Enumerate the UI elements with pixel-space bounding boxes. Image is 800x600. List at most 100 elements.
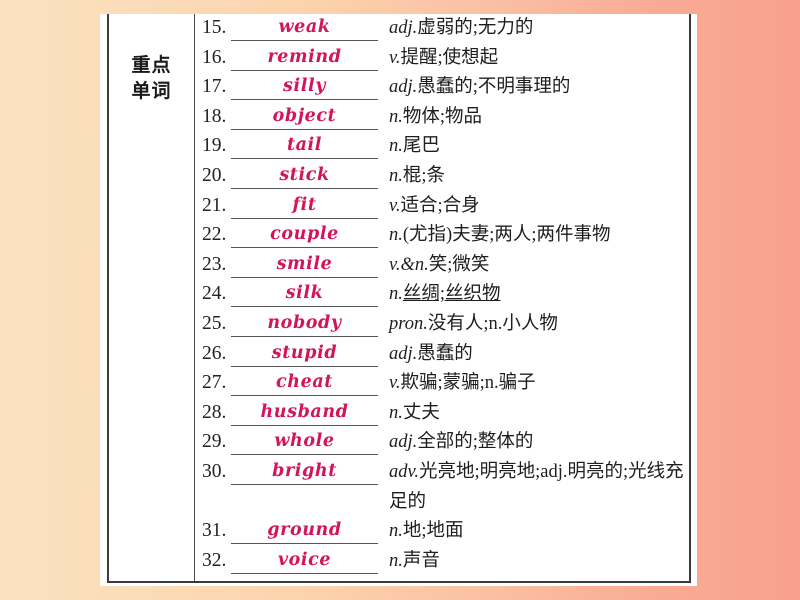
answer-blank[interactable]: object xyxy=(231,103,378,130)
definition-cell: n.声音 xyxy=(378,547,689,577)
table-row: 29. whole adj.全部的;整体的 xyxy=(195,428,689,458)
vocabulary-word: stick xyxy=(279,164,330,185)
vocabulary-word: ground xyxy=(267,520,342,541)
definition-text: 丈夫 xyxy=(402,402,440,423)
vocabulary-word: voice xyxy=(277,549,332,570)
definition-text: 棍;条 xyxy=(402,165,446,186)
definition-cell: adv.光亮地;明亮地;adj.明亮的;光线充足的 xyxy=(378,458,689,517)
definition-text: 声音 xyxy=(402,550,440,571)
answer-blank[interactable]: bright xyxy=(231,458,378,485)
slide-canvas: 重点 单词 15. weak adj.虚弱的;无力的 16. remind v.提醒;使想… xyxy=(0,0,800,600)
vocabulary-word: stupid xyxy=(271,342,338,363)
definition-cell: n.丝绸;丝织物 xyxy=(378,280,689,310)
answer-blank[interactable]: silly xyxy=(231,73,378,101)
definition-text: 全部的;整体的 xyxy=(417,432,534,453)
definition-cell: v.提醒;使想起 xyxy=(378,44,689,74)
definition-cell: adj.愚蠢的;不明事理的 xyxy=(378,73,689,103)
row-number: 17. xyxy=(202,76,227,98)
definition-text: 丝绸;丝织物 xyxy=(402,284,501,305)
part-of-speech: adj. xyxy=(389,77,418,98)
row-number: 19. xyxy=(202,135,227,157)
answer-blank[interactable]: weak xyxy=(231,14,378,41)
answer-blank[interactable]: nobody xyxy=(231,310,378,337)
answer-blank[interactable]: whole xyxy=(231,428,378,456)
part-of-speech: n. xyxy=(389,106,403,127)
table-row: 32. voice n.声音 xyxy=(195,547,689,577)
definition-text: 提醒;使想起 xyxy=(400,47,499,68)
vocabulary-word: object xyxy=(272,105,337,126)
part-of-speech: adj. xyxy=(389,432,418,453)
definition-text: 地;地面 xyxy=(402,521,464,542)
vocabulary-word: bright xyxy=(272,460,337,481)
table-category-cell: 重点 单词 xyxy=(109,14,195,581)
part-of-speech: n. xyxy=(389,521,403,542)
definition-cell: v.欺骗;蒙骗;n.骗子 xyxy=(378,369,689,399)
answer-blank[interactable]: fit xyxy=(231,192,378,219)
definition-text: 愚蠢的 xyxy=(417,343,473,364)
row-number: 26. xyxy=(202,342,227,364)
category-label-line-1: 重点 xyxy=(131,54,172,76)
part-of-speech: n. xyxy=(389,284,403,305)
definition-cell: adj.全部的;整体的 xyxy=(378,428,689,458)
vocabulary-word: husband xyxy=(260,401,349,422)
table-row: 17. silly adj.愚蠢的;不明事理的 xyxy=(195,73,689,103)
table-row: 20. stick n.棍;条 xyxy=(195,162,689,192)
answer-blank[interactable]: couple xyxy=(231,221,378,249)
definition-cell: v.适合;合身 xyxy=(378,192,689,222)
part-of-speech: n. xyxy=(389,165,403,186)
answer-blank[interactable]: cheat xyxy=(231,369,378,397)
answer-blank[interactable]: smile xyxy=(231,251,378,278)
answer-blank[interactable]: silk xyxy=(231,280,378,308)
row-number: 22. xyxy=(202,224,227,246)
definition-cell: n.地;地面 xyxy=(378,517,689,547)
vocabulary-word: silly xyxy=(283,76,326,97)
table-row: 15. weak adj.虚弱的;无力的 xyxy=(195,14,689,44)
part-of-speech: adv. xyxy=(389,461,419,482)
definition-text: 适合;合身 xyxy=(400,195,480,216)
answer-blank[interactable]: voice xyxy=(231,547,378,574)
definition-cell: n.丈夫 xyxy=(378,399,689,429)
definition-cell: n.棍;条 xyxy=(378,162,689,192)
table-row: 18. object n.物体;物品 xyxy=(195,103,689,133)
vocabulary-word: weak xyxy=(278,17,331,37)
vocabulary-word: fit xyxy=(292,194,317,215)
row-number: 32. xyxy=(202,549,227,571)
definition-text: 虚弱的;无力的 xyxy=(417,18,534,38)
definition-text: (尤指)夫妻;两人;两件事物 xyxy=(402,225,611,246)
answer-blank[interactable]: ground xyxy=(231,517,378,545)
table-row: 27. cheat v.欺骗;蒙骗;n.骗子 xyxy=(195,369,689,399)
answer-blank[interactable]: stupid xyxy=(231,340,378,367)
answer-blank[interactable]: husband xyxy=(231,399,378,426)
part-of-speech: n. xyxy=(389,136,403,157)
part-of-speech: n. xyxy=(389,402,403,423)
vocabulary-table: 重点 单词 15. weak adj.虚弱的;无力的 16. remind v.提醒;使想… xyxy=(107,14,691,583)
definition-text: 欺骗;蒙骗;n.骗子 xyxy=(400,373,536,394)
row-number: 16. xyxy=(202,46,227,68)
table-row: 28. husband n.丈夫 xyxy=(195,399,689,429)
row-number: 20. xyxy=(202,164,227,186)
vocabulary-word: nobody xyxy=(267,312,342,333)
vocabulary-word: whole xyxy=(274,431,335,452)
part-of-speech: pron. xyxy=(389,313,428,334)
definition-text: 没有人;n.小人物 xyxy=(427,313,558,334)
part-of-speech: adj. xyxy=(389,18,418,38)
vocabulary-word: smile xyxy=(276,253,333,274)
row-number: 24. xyxy=(202,283,227,305)
answer-blank[interactable]: stick xyxy=(231,162,378,189)
definition-text: 笑;微笑 xyxy=(428,254,490,275)
row-number: 21. xyxy=(202,194,227,216)
row-number: 29. xyxy=(202,431,227,453)
table-row: 25. nobody pron.没有人;n.小人物 xyxy=(195,310,689,340)
definition-cell: adj.愚蠢的 xyxy=(378,340,689,370)
definition-cell: v.&n.笑;微笑 xyxy=(378,251,689,281)
answer-blank[interactable]: remind xyxy=(231,44,378,71)
vocabulary-word: tail xyxy=(286,135,323,156)
vocabulary-word: silk xyxy=(285,283,324,304)
vocabulary-word: cheat xyxy=(276,372,333,393)
table-row: 21. fit v.适合;合身 xyxy=(195,192,689,222)
answer-blank[interactable]: tail xyxy=(231,132,378,160)
table-row: 26. stupid adj.愚蠢的 xyxy=(195,340,689,370)
vocabulary-word: remind xyxy=(267,46,342,67)
row-number: 25. xyxy=(202,312,227,334)
definition-cell: n.(尤指)夫妻;两人;两件事物 xyxy=(378,221,689,251)
